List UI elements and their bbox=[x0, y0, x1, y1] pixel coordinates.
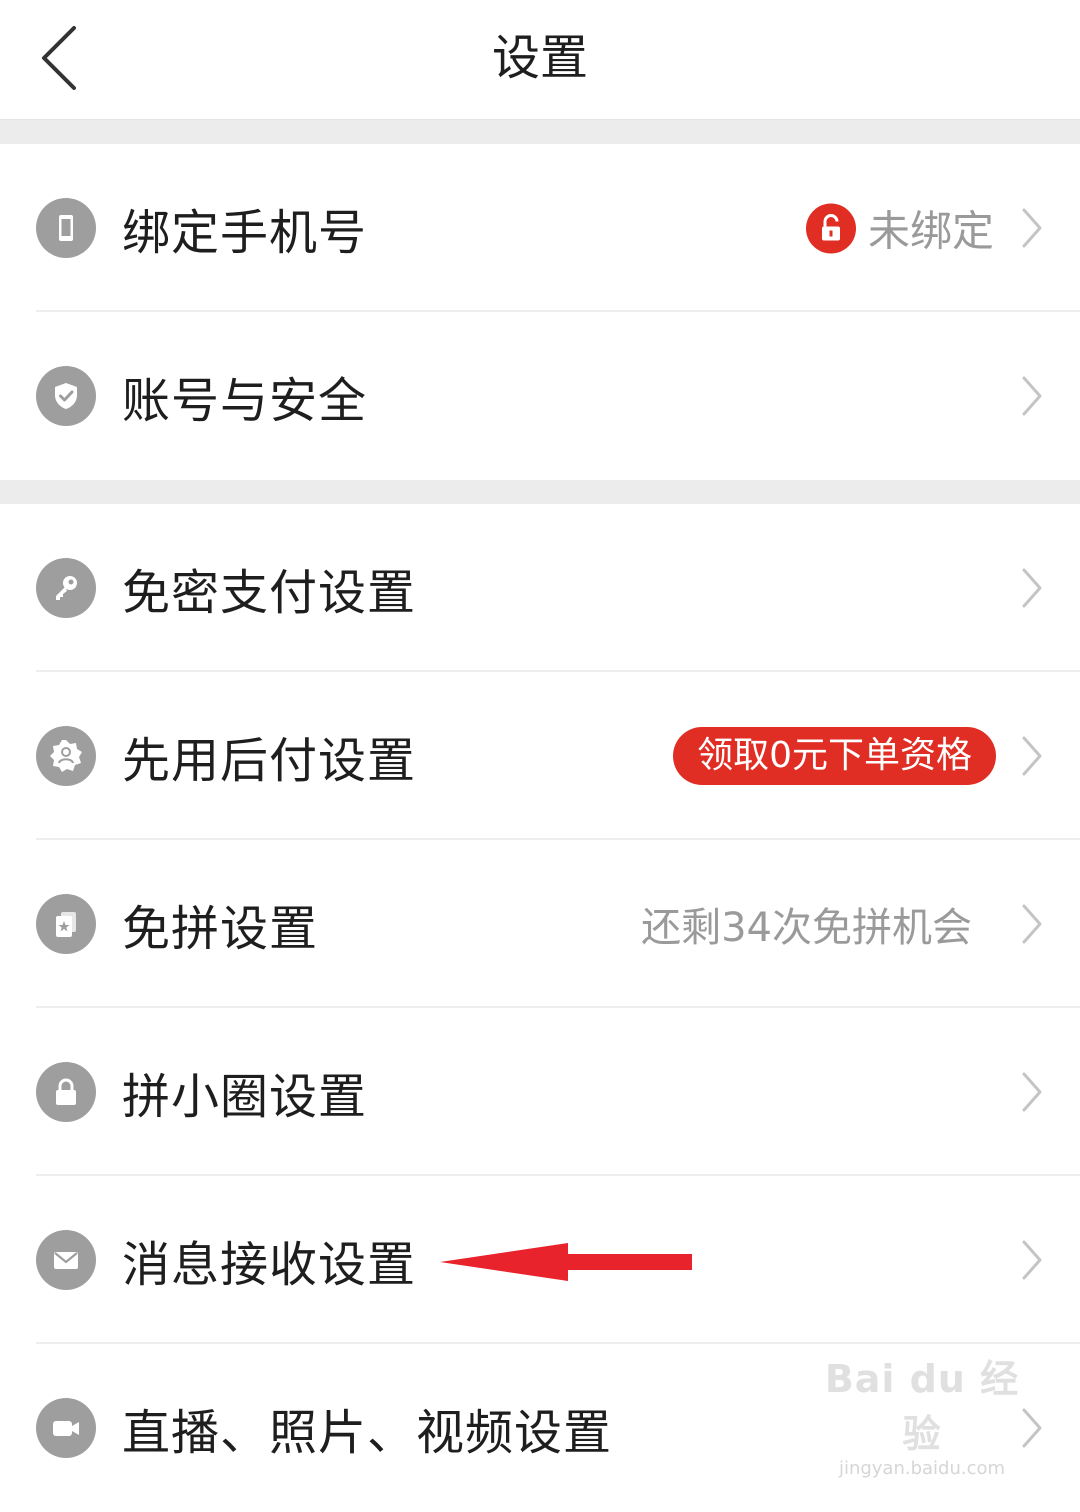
settings-item-label: 绑定手机号 bbox=[122, 205, 368, 261]
settings-item-group-free[interactable]: 免拼设置 还剩34次免拼机会 bbox=[0, 840, 1080, 1008]
settings-item-circle[interactable]: 拼小圈设置 bbox=[0, 1008, 1080, 1176]
bind-status: 未绑定 bbox=[805, 198, 994, 259]
settings-group-account: 绑定手机号 未绑定 账号与安全 bbox=[0, 144, 1080, 480]
promo-badge[interactable]: 领取0元下单资格 bbox=[673, 727, 996, 785]
watermark-logo-text: Bai du 经验 bbox=[824, 1357, 1020, 1456]
key-icon bbox=[36, 558, 96, 618]
settings-item-label: 直播、照片、视频设置 bbox=[122, 1405, 613, 1461]
chevron-right-icon bbox=[1022, 568, 1042, 608]
watermark: Bai du 经验 jingyan.baidu.com bbox=[822, 1348, 1022, 1479]
group-free-remaining: 还剩34次免拼机会 bbox=[641, 905, 972, 951]
chevron-right-icon bbox=[1022, 1072, 1042, 1112]
settings-item-password-free-payment[interactable]: 免密支付设置 bbox=[0, 504, 1080, 672]
settings-item-label: 免拼设置 bbox=[122, 901, 319, 957]
chevron-right-icon bbox=[1022, 376, 1042, 416]
section-gap bbox=[0, 120, 1080, 144]
shield-check-icon bbox=[36, 366, 96, 426]
chevron-right-icon bbox=[1022, 208, 1042, 248]
settings-item-account-security[interactable]: 账号与安全 bbox=[0, 312, 1080, 480]
section-gap bbox=[0, 480, 1080, 504]
watermark-url: jingyan.baidu.com bbox=[838, 1458, 1006, 1479]
red-arrow-left-icon bbox=[440, 1243, 692, 1281]
page-title: 设置 bbox=[491, 30, 588, 86]
settings-item-label: 先用后付设置 bbox=[122, 733, 417, 789]
phone-icon bbox=[36, 198, 96, 258]
settings-item-label: 拼小圈设置 bbox=[122, 1069, 368, 1125]
badge-user-icon bbox=[36, 726, 96, 786]
settings-item-pay-later[interactable]: 先用后付设置 领取0元下单资格 bbox=[0, 672, 1080, 840]
nav-bar: 设置 bbox=[0, 0, 1080, 120]
settings-item-label: 免密支付设置 bbox=[122, 565, 417, 621]
card-star-icon bbox=[36, 894, 96, 954]
chevron-right-icon bbox=[1022, 1240, 1042, 1280]
lock-icon bbox=[36, 1062, 96, 1122]
chevron-right-icon bbox=[1022, 904, 1042, 944]
chevron-right-icon bbox=[1022, 1408, 1042, 1448]
settings-item-label: 账号与安全 bbox=[122, 373, 368, 429]
settings-item-label: 消息接收设置 bbox=[122, 1237, 417, 1293]
settings-item-bind-phone[interactable]: 绑定手机号 未绑定 bbox=[0, 144, 1080, 312]
mail-icon bbox=[36, 1230, 96, 1290]
chevron-right-icon bbox=[1022, 736, 1042, 776]
video-camera-icon bbox=[36, 1398, 96, 1458]
unlock-icon bbox=[805, 203, 856, 253]
bind-status-text: 未绑定 bbox=[867, 206, 994, 256]
